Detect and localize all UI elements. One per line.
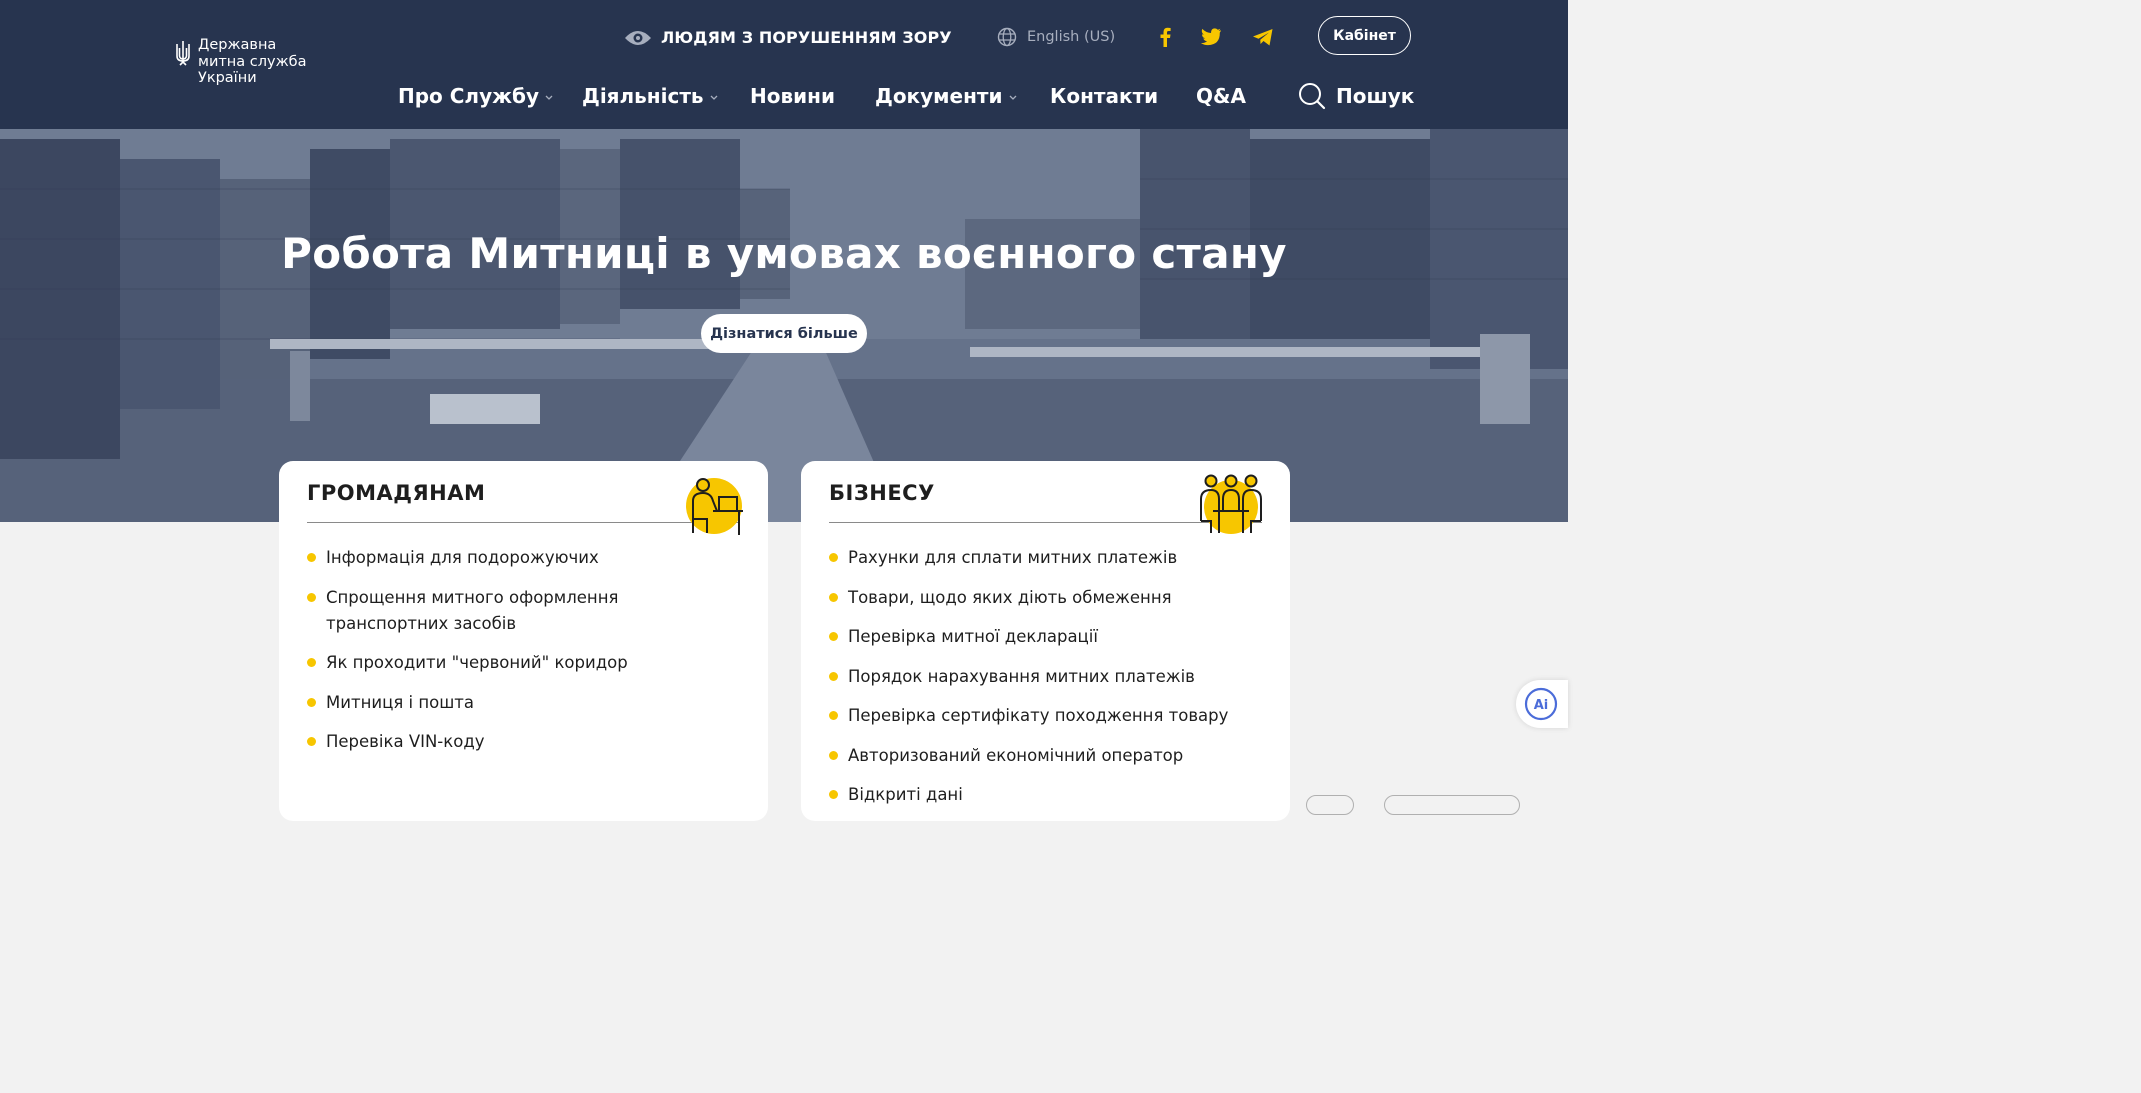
logo-line-1: Державна — [198, 37, 277, 53]
nav-item-about[interactable]: Про Службу — [398, 84, 553, 108]
trident-icon — [176, 41, 190, 66]
site-header: Державна митна служба України ЛЮДЯМ З ПО… — [0, 0, 1568, 129]
list-item[interactable]: Перевірка сертифікату походження товару — [829, 703, 1259, 729]
ai-assistant-button[interactable]: Ai — [1516, 680, 1568, 728]
list-item[interactable]: Перевірка митної декларації — [829, 624, 1259, 650]
learn-more-button[interactable]: Дізнатися більше — [701, 314, 867, 353]
eye-icon — [625, 30, 651, 45]
list-item[interactable]: Рахунки для сплати митних платежів — [829, 545, 1259, 571]
nav-label: Q&A — [1196, 84, 1246, 108]
list-item[interactable]: Порядок нарахування митних платежів — [829, 664, 1259, 690]
logo-text: Державна митна служба України — [198, 37, 307, 87]
citizens-card: ГРОМАДЯНАМ Інформація для подорожуючих С… — [279, 461, 768, 821]
business-link-list: Рахунки для сплати митних платежів Товар… — [829, 545, 1259, 822]
nav-item-news[interactable]: Новини — [750, 84, 835, 108]
site-logo[interactable]: Державна митна служба України — [174, 37, 307, 87]
cabinet-button[interactable]: Кабінет — [1318, 16, 1411, 55]
hero-title: Робота Митниці в умовах воєнного стану — [281, 229, 1287, 278]
business-meeting-icon — [1200, 474, 1262, 534]
list-item[interactable]: Як проходити "червоний" коридор — [307, 650, 737, 676]
language-label: English (US) — [1027, 29, 1116, 45]
card-title: БІЗНЕСУ — [829, 481, 935, 505]
chevron-down-icon — [1009, 95, 1016, 100]
twitter-icon[interactable] — [1200, 26, 1222, 48]
globe-icon — [997, 27, 1017, 47]
person-at-desk-icon — [686, 478, 743, 535]
nav-item-activity[interactable]: Діяльність — [582, 84, 718, 108]
list-item[interactable]: Митниця і пошта — [307, 690, 737, 716]
search-button[interactable]: Пошук — [1298, 82, 1414, 110]
nav-label: Про Службу — [398, 84, 540, 108]
nav-label: Документи — [875, 84, 1003, 108]
logo-line-3: України — [198, 70, 257, 86]
nav-item-documents[interactable]: Документи — [875, 84, 1017, 108]
nav-item-contacts[interactable]: Контакти — [1050, 84, 1158, 108]
ai-assistant-label: Ai — [1534, 698, 1549, 713]
card-divider — [307, 522, 740, 523]
list-item[interactable]: Товари, щодо яких діють обмеження — [829, 585, 1259, 611]
nav-item-qa[interactable]: Q&A — [1196, 84, 1246, 108]
chevron-down-icon — [710, 95, 718, 100]
nav-label: Новини — [750, 84, 835, 108]
list-item[interactable]: Спрощення митного оформлення транспортни… — [307, 585, 737, 637]
search-icon — [1299, 83, 1326, 110]
search-label: Пошук — [1336, 84, 1415, 108]
hero-banner: Робота Митниці в умовах воєнного стану Д… — [0, 129, 1568, 522]
citizens-link-list: Інформація для подорожуючих Спрощення ми… — [307, 545, 737, 769]
facebook-icon[interactable] — [1154, 26, 1176, 48]
ai-assistant-icon: Ai — [1524, 687, 1558, 721]
logo-line-2: митна служба — [198, 53, 307, 70]
card-title: ГРОМАДЯНАМ — [307, 481, 486, 505]
list-item[interactable]: Перевіка VIN-коду — [307, 729, 737, 755]
list-item[interactable]: Авторизований економічний оператор — [829, 743, 1259, 769]
pagination-next-button[interactable] — [1384, 795, 1520, 815]
telegram-icon[interactable] — [1252, 26, 1274, 48]
business-card: БІЗНЕСУ Рахунки для сплати митних платеж… — [801, 461, 1290, 821]
accessibility-label: ЛЮДЯМ З ПОРУШЕННЯМ ЗОРУ — [661, 28, 952, 47]
list-item[interactable]: Інформація для подорожуючих — [307, 545, 737, 571]
nav-label: Діяльність — [582, 84, 704, 108]
pagination-prev-button[interactable] — [1306, 795, 1354, 815]
language-switcher[interactable]: English (US) — [997, 27, 1115, 47]
accessibility-link[interactable]: ЛЮДЯМ З ПОРУШЕННЯМ ЗОРУ — [624, 28, 952, 47]
chevron-down-icon — [545, 95, 553, 100]
nav-label: Контакти — [1050, 84, 1159, 108]
list-item[interactable]: Відкриті дані — [829, 782, 1259, 808]
